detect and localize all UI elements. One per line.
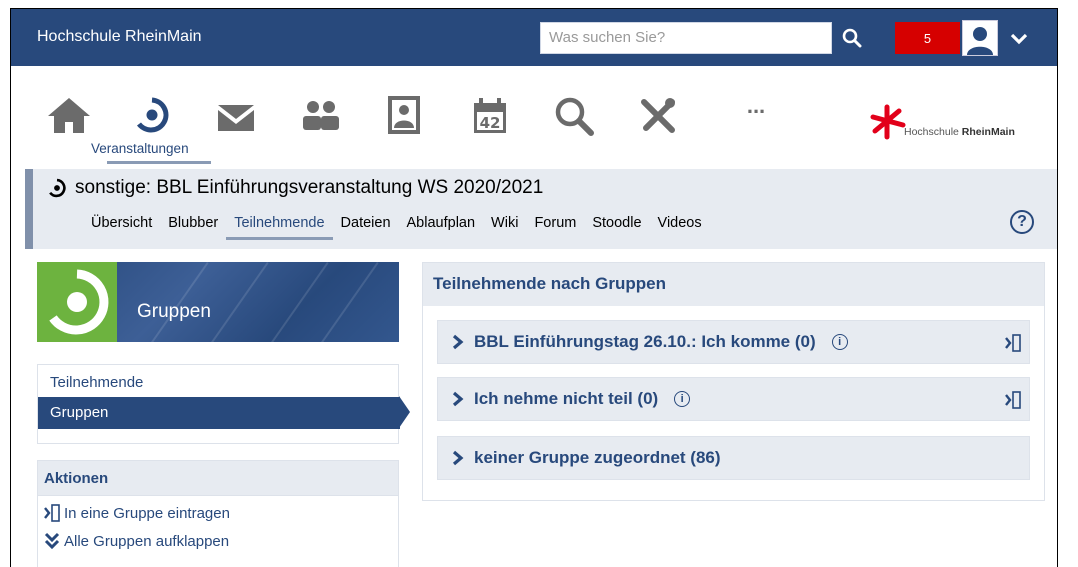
community-icon: [303, 101, 339, 130]
user-menu-toggle[interactable]: [1004, 24, 1034, 54]
actions-list: In eine Gruppe eintragen Alle Gruppen au…: [37, 496, 399, 567]
courses-icon: [137, 97, 169, 133]
tab-dateien[interactable]: Dateien: [333, 215, 399, 240]
nav-courses[interactable]: [127, 96, 177, 140]
nav-profile[interactable]: [379, 96, 429, 140]
action-join-group[interactable]: In eine Gruppe eintragen: [44, 504, 230, 522]
tab-wiki[interactable]: Wiki: [483, 215, 526, 240]
sidebar-banner: [37, 262, 399, 342]
profile-icon: [388, 96, 420, 134]
chevron-right-icon: [452, 450, 464, 466]
sidebar-active-arrow: [399, 396, 410, 428]
actions-title: Aktionen: [37, 460, 399, 496]
nav-more[interactable]: ...: [731, 93, 781, 140]
panel-title: Teilnehmende nach Gruppen: [423, 263, 1044, 306]
chevron-down-icon: [1010, 33, 1028, 45]
tab-blubber[interactable]: Blubber: [160, 215, 226, 240]
join-group-button[interactable]: [1005, 391, 1021, 414]
course-tabs: Übersicht Blubber Teilnehmende Dateien A…: [83, 215, 710, 240]
tab-forum[interactable]: Forum: [526, 215, 584, 240]
search-icon: [555, 97, 594, 136]
info-icon[interactable]: i: [674, 391, 691, 407]
tools-icon: [641, 98, 675, 133]
nav-messages[interactable]: [211, 96, 261, 140]
nav-active-underline: [107, 161, 211, 164]
expand-all-icon: [44, 532, 60, 550]
home-icon: [48, 98, 90, 133]
page-frame: Hochschule RheinMain Was suchen Sie? 5 4…: [10, 8, 1058, 567]
main-navigation: 42 ... Veranstaltungen Hochschule RheinM…: [11, 66, 1057, 169]
chevron-right-icon: [452, 334, 464, 350]
sidebar-item-gruppen[interactable]: Gruppen: [38, 397, 400, 429]
more-icon: ...: [746, 93, 766, 118]
banner-stripe: [296, 262, 379, 342]
logo-text: Hochschule RheinMain: [904, 126, 1015, 138]
course-title-text: sonstige: BBL Einführungsveranstaltung W…: [75, 177, 544, 198]
tab-ablaufplan[interactable]: Ablaufplan: [399, 215, 484, 240]
avatar[interactable]: [962, 20, 998, 56]
logo-star-icon: [870, 104, 906, 140]
group-row[interactable]: keiner Gruppe zugeordnet (86): [437, 436, 1030, 480]
group-label: BBL Einführungstag 26.10.: Ich komme (0): [474, 332, 816, 351]
search-button[interactable]: [834, 22, 870, 54]
group-row[interactable]: Ich nehme nicht teil (0) i: [437, 377, 1030, 421]
groups-panel: Teilnehmende nach Gruppen BBL Einführung…: [422, 262, 1045, 501]
action-label: Alle Gruppen aufklappen: [64, 532, 230, 550]
action-expand-all[interactable]: Alle Gruppen aufklappen: [44, 532, 229, 550]
user-avatar-icon: [967, 27, 993, 55]
info-icon[interactable]: i: [831, 334, 848, 350]
nav-calendar[interactable]: 42: [465, 96, 515, 140]
calendar-day: 42: [480, 114, 501, 132]
join-group-button[interactable]: [1005, 334, 1021, 357]
course-title: sonstige: BBL Einführungsveranstaltung W…: [47, 177, 543, 199]
group-label: keiner Gruppe zugeordnet (86): [474, 448, 721, 467]
nav-start[interactable]: [44, 96, 94, 140]
group-label: Ich nehme nicht teil (0): [474, 389, 659, 408]
nav-tools[interactable]: [630, 96, 686, 140]
action-label: In eine Gruppe eintragen: [64, 504, 230, 522]
search-icon: [842, 28, 862, 48]
join-group-icon: [44, 504, 60, 522]
join-group-icon: [1005, 391, 1021, 409]
sidebar-item-teilnehmende[interactable]: Teilnehmende: [50, 374, 143, 391]
courses-icon: [49, 178, 66, 198]
tab-videos[interactable]: Videos: [650, 215, 710, 240]
join-group-icon: [1005, 334, 1021, 352]
sidebar-banner-title: Gruppen: [137, 301, 211, 322]
top-bar: Hochschule RheinMain Was suchen Sie? 5: [11, 9, 1057, 66]
tab-uebersicht[interactable]: Übersicht: [83, 215, 160, 240]
calendar-icon: 42: [474, 98, 506, 133]
nav-active-label[interactable]: Veranstaltungen: [91, 141, 189, 156]
banner-icon-tile: [37, 262, 117, 342]
nav-community[interactable]: [296, 96, 346, 140]
tab-stoodle[interactable]: Stoodle: [584, 215, 649, 240]
search-input[interactable]: Was suchen Sie?: [540, 22, 832, 54]
messages-icon: [218, 105, 254, 131]
help-icon[interactable]: ?: [1010, 210, 1034, 234]
groups-logo-icon: [49, 269, 109, 335]
sidebar-nav: Teilnehmende Gruppen: [37, 364, 400, 444]
group-row[interactable]: BBL Einführungstag 26.10.: Ich komme (0)…: [437, 320, 1030, 364]
brand-title[interactable]: Hochschule RheinMain: [37, 28, 202, 46]
chevron-right-icon: [452, 391, 464, 407]
notification-badge[interactable]: 5: [895, 22, 960, 54]
tab-teilnehmende[interactable]: Teilnehmende: [226, 215, 333, 240]
nav-search[interactable]: [547, 96, 603, 140]
